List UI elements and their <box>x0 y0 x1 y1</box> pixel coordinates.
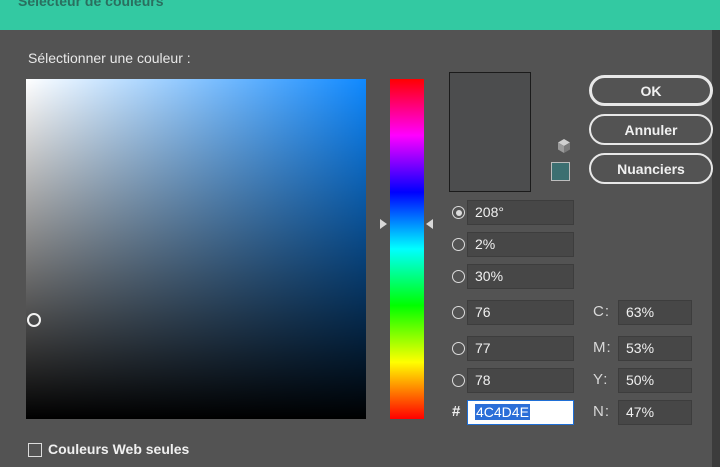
green-radio[interactable] <box>452 342 465 355</box>
current-color-swatch <box>449 72 531 192</box>
saturation-brightness-field[interactable] <box>26 79 366 419</box>
red-field[interactable]: 76 <box>467 300 574 325</box>
black-field[interactable]: 47% <box>618 400 692 425</box>
lightness-field[interactable]: 30% <box>467 264 574 289</box>
cancel-button[interactable]: Annuler <box>589 114 713 145</box>
cyan-label: C: <box>593 303 611 320</box>
magenta-field[interactable]: 53% <box>618 336 692 361</box>
window-edge <box>712 30 720 467</box>
hue-field[interactable]: 208° <box>467 200 574 225</box>
blue-field[interactable]: 78 <box>467 368 574 393</box>
hue-radio[interactable] <box>452 206 465 219</box>
black-label: N: <box>593 403 611 420</box>
hue-slider-left-arrow-icon[interactable] <box>380 219 387 229</box>
hex-field[interactable]: 4C4D4E <box>467 400 574 425</box>
swatches-button[interactable]: Nuanciers <box>589 153 713 184</box>
ok-button[interactable]: OK <box>589 75 713 106</box>
window-title: Sélecteur de couleurs <box>18 0 164 9</box>
title-bar[interactable]: Sélecteur de couleurs <box>0 0 720 30</box>
websafe-checkbox[interactable] <box>28 443 42 457</box>
websafe-color-swatch[interactable] <box>551 162 570 181</box>
saturation-radio[interactable] <box>452 238 465 251</box>
websafe-label: Couleurs Web seules <box>48 441 190 457</box>
color-field-cursor[interactable] <box>27 313 41 327</box>
picker-label: Sélectionner une couleur : <box>28 50 191 66</box>
yellow-label: Y: <box>593 371 609 388</box>
cyan-field[interactable]: 63% <box>618 300 692 325</box>
lightness-radio[interactable] <box>452 270 465 283</box>
hue-slider-right-arrow-icon[interactable] <box>426 219 433 229</box>
cube-icon[interactable] <box>556 138 572 154</box>
hex-symbol: # <box>452 403 462 420</box>
hue-slider[interactable] <box>390 79 424 419</box>
magenta-label: M: <box>593 339 612 356</box>
green-field[interactable]: 77 <box>467 336 574 361</box>
saturation-field[interactable]: 2% <box>467 232 574 257</box>
yellow-field[interactable]: 50% <box>618 368 692 393</box>
blue-radio[interactable] <box>452 374 465 387</box>
hex-value: 4C4D4E <box>475 404 530 420</box>
red-radio[interactable] <box>452 306 465 319</box>
